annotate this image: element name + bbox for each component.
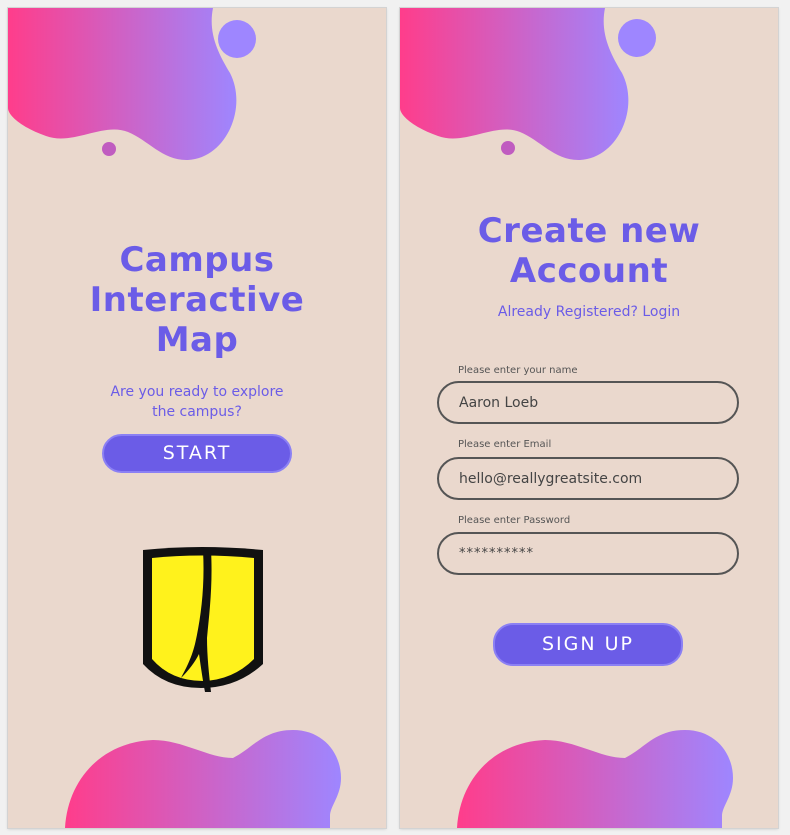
password-field-label: Please enter Password <box>458 515 571 526</box>
password-input[interactable]: ********** <box>437 532 739 575</box>
app-title: Campus Interactive Map <box>89 240 305 360</box>
name-input[interactable]: Aaron Loeb <box>437 381 739 424</box>
top-gradient-blob <box>400 8 656 161</box>
bottom-gradient-blob <box>457 730 733 828</box>
university-shield-logo-icon <box>143 547 263 692</box>
signup-screen: Create new Account Already Registered? L… <box>400 8 778 828</box>
signup-button[interactable]: SIGN UP <box>493 623 683 666</box>
welcome-subtitle: Are you ready to explore the campus? <box>110 384 284 420</box>
welcome-screen: Campus Interactive Map Are you ready to … <box>8 8 386 828</box>
login-link[interactable]: Already Registered? Login <box>400 303 778 321</box>
email-field-label: Please enter Email <box>458 439 552 450</box>
bottom-gradient-blob <box>65 730 341 828</box>
name-field-label: Please enter your name <box>458 365 578 376</box>
start-button[interactable]: START <box>102 434 292 473</box>
signup-title: Create new Account <box>477 211 701 291</box>
email-input[interactable]: hello@reallygreatsite.com <box>437 457 739 500</box>
top-gradient-blob <box>8 8 256 161</box>
